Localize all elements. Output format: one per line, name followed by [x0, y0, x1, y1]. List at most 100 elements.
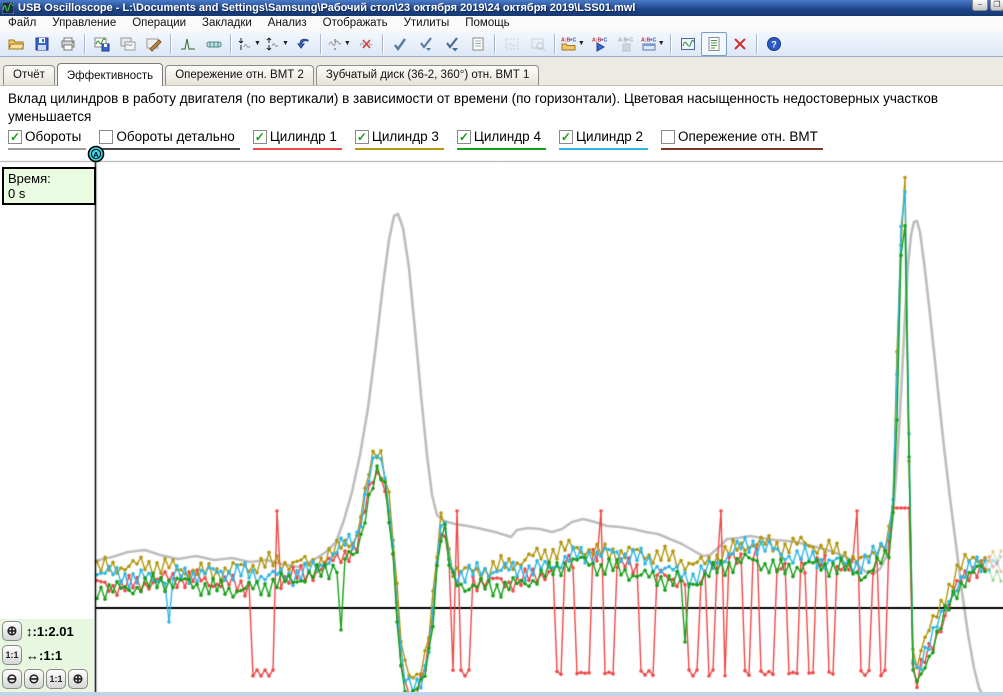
- confirm-next-icon: [418, 36, 434, 52]
- menu-item-4[interactable]: Закладки: [194, 16, 260, 31]
- svg-text:A: A: [93, 150, 99, 159]
- cursor-a-marker[interactable]: A: [86, 144, 106, 164]
- tab-3[interactable]: Опережение отн. ВМТ 2: [165, 65, 314, 85]
- abc-load-button[interactable]: A:B+C▼: [559, 32, 587, 56]
- legend-checkbox-5[interactable]: ✓: [457, 130, 471, 144]
- svg-text:+C: +C: [649, 37, 656, 43]
- tab-2[interactable]: Эффективность: [57, 63, 163, 86]
- svg-text:+C: +C: [569, 37, 576, 43]
- wave-delete-button[interactable]: [353, 32, 379, 56]
- legend-checkbox-7[interactable]: [661, 130, 675, 144]
- undo-button[interactable]: [291, 32, 317, 56]
- window-bottom-edge: [0, 692, 1003, 696]
- legend-item-7: Опережение отн. ВМТ: [661, 128, 823, 150]
- undo-icon: [296, 36, 312, 52]
- pulse-marker-icon: [206, 36, 222, 52]
- delete-report-button[interactable]: [727, 32, 753, 56]
- confirm-next-button[interactable]: [413, 32, 439, 56]
- edit-chart-image-button[interactable]: [141, 32, 167, 56]
- toolbar-separator: [382, 34, 384, 54]
- svg-text:?: ?: [771, 39, 777, 49]
- menu-item-3[interactable]: Операции: [124, 16, 194, 31]
- legend-label-7: Опережение отн. ВМТ: [678, 129, 818, 144]
- open-file-button[interactable]: [3, 32, 29, 56]
- print-button[interactable]: [55, 32, 81, 56]
- view-report-button[interactable]: [701, 32, 727, 56]
- h-scale-label: ↔:1:1: [26, 648, 62, 663]
- delete-report-icon: [732, 36, 748, 52]
- tab-1[interactable]: Отчёт: [3, 65, 55, 85]
- copy-chart-image-button[interactable]: [115, 32, 141, 56]
- menu-item-8[interactable]: Помощь: [457, 16, 517, 31]
- menu-item-5[interactable]: Анализ: [260, 16, 315, 31]
- v-reset-button[interactable]: 1:1: [2, 645, 22, 665]
- legend-item-5: ✓Цилиндр 4: [457, 128, 546, 150]
- abc-stop-icon: A:B+C: [618, 36, 634, 52]
- menu-item-1[interactable]: Файл: [0, 16, 44, 31]
- legend-label-1: Обороты: [25, 129, 81, 144]
- legend-checkbox-3[interactable]: ✓: [253, 130, 267, 144]
- legend-item-6: ✓Цилиндр 2: [559, 128, 648, 150]
- h-zoom-out-a-button[interactable]: ⊖: [2, 669, 22, 689]
- legend-checkbox-6[interactable]: ✓: [559, 130, 573, 144]
- wave-zoom-in-icon: [265, 36, 281, 52]
- notes-button[interactable]: [465, 32, 491, 56]
- time-tooltip-value: 0 s: [8, 186, 90, 201]
- legend-label-3: Цилиндр 1: [270, 129, 337, 144]
- spike-marker-button[interactable]: [175, 32, 201, 56]
- h-zoom-in-button[interactable]: ⊕: [68, 669, 88, 689]
- menu-item-6[interactable]: Отображать: [315, 16, 396, 31]
- legend-label-6: Цилиндр 2: [576, 129, 643, 144]
- wave-cut-button[interactable]: ▼: [325, 32, 353, 56]
- save-file-button[interactable]: [29, 32, 55, 56]
- h-reset-button[interactable]: 1:1: [46, 669, 66, 689]
- v-zoom-in-button[interactable]: ⊕: [2, 621, 22, 641]
- copy-chart-image-icon: [120, 36, 136, 52]
- save-chart-image-button[interactable]: [89, 32, 115, 56]
- wave-delete-icon: [358, 36, 374, 52]
- abc-load-icon: A:B+C: [561, 36, 577, 52]
- tab-4[interactable]: Зубчатый диск (36-2, 360°) отн. ВМТ 1: [316, 65, 540, 85]
- help-icon: ?: [766, 36, 782, 52]
- edit-chart-image-icon: [146, 36, 162, 52]
- abc-run-button[interactable]: A:B+C: [587, 32, 613, 56]
- legend-checkbox-2[interactable]: [99, 130, 113, 144]
- print-icon: [60, 36, 76, 52]
- legend-item-3: ✓Цилиндр 1: [253, 128, 342, 150]
- legend-checkbox-4[interactable]: ✓: [355, 130, 369, 144]
- toolbar-separator: [756, 34, 758, 54]
- save-chart-image-icon: [94, 36, 110, 52]
- dropdown-arrow-icon[interactable]: ▼: [344, 40, 351, 47]
- svg-text:+C: +C: [600, 37, 607, 43]
- dropdown-arrow-icon[interactable]: ▼: [282, 40, 289, 47]
- menu-item-2[interactable]: Управление: [44, 16, 124, 31]
- help-button[interactable]: ?: [761, 32, 787, 56]
- wave-zoom-out-button[interactable]: ▼: [235, 32, 263, 56]
- confirm-button[interactable]: [387, 32, 413, 56]
- wave-zoom-in-button[interactable]: ▼: [263, 32, 291, 56]
- time-tooltip-title: Время:: [8, 171, 90, 186]
- minimize-button[interactable]: −: [972, 0, 988, 11]
- dropdown-arrow-icon[interactable]: ▼: [658, 40, 665, 47]
- legend-item-2: Обороты детально: [99, 128, 239, 150]
- maximize-button[interactable]: ❐: [990, 0, 1003, 11]
- chart-description: Вклад цилиндров в работу двигателя (по в…: [8, 90, 993, 126]
- abc-panel-button[interactable]: A:B+C▼: [639, 32, 667, 56]
- waveform-plot[interactable]: [0, 152, 1003, 696]
- view-chart-button[interactable]: [675, 32, 701, 56]
- view-chart-icon: [680, 36, 696, 52]
- menu-bar: ФайлУправлениеОперацииЗакладкиАнализОтоб…: [0, 16, 1003, 31]
- pulse-marker-button[interactable]: [201, 32, 227, 56]
- dropdown-arrow-icon[interactable]: ▼: [578, 40, 585, 47]
- abc-panel-icon: A:B+C: [641, 36, 657, 52]
- h-zoom-out-b-button[interactable]: ⊖: [24, 669, 44, 689]
- confirm-all-button[interactable]: [439, 32, 465, 56]
- select-region-button: [499, 32, 525, 56]
- select-region-icon: [504, 36, 520, 52]
- legend-label-2: Обороты детально: [116, 129, 234, 144]
- dropdown-arrow-icon[interactable]: ▼: [254, 40, 261, 47]
- svg-text:+C: +C: [626, 37, 633, 43]
- legend-checkbox-1[interactable]: ✓: [8, 130, 22, 144]
- toolbar-separator: [554, 34, 556, 54]
- menu-item-7[interactable]: Утилиты: [396, 16, 458, 31]
